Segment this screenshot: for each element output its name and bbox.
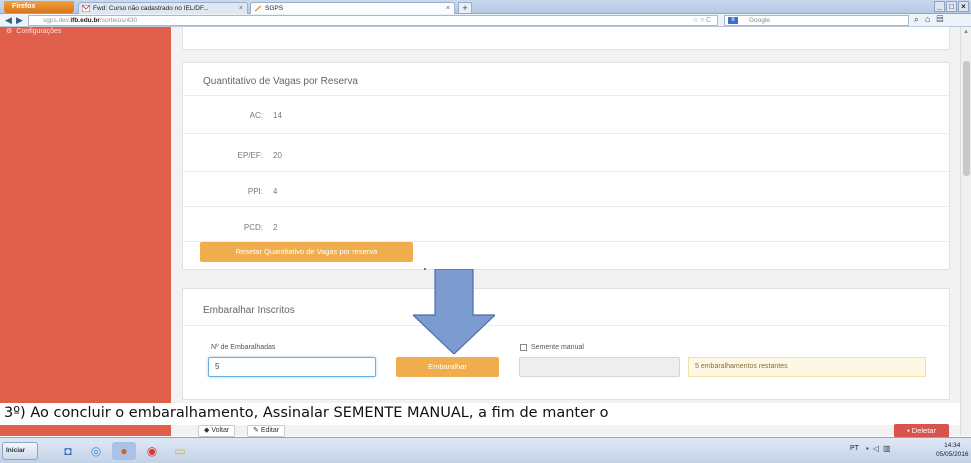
tab-gmail[interactable]: Fwd: Curso não cadastrado no IEL/DF... × bbox=[78, 2, 248, 14]
url-bar[interactable]: sgps.dev.ifb.edu.br/sorteios/430 ☆ ▿ C bbox=[28, 15, 718, 26]
browser-tab-bar: Firefox Fwd: Curso não cadastrado no IEL… bbox=[0, 0, 971, 14]
volume-icon[interactable]: ◁ bbox=[873, 444, 883, 453]
search-placeholder: Google bbox=[749, 17, 770, 24]
chrome-icon[interactable]: ◉ bbox=[140, 442, 164, 460]
minimize-button[interactable]: _ bbox=[934, 1, 945, 12]
quota-label-epef: EP/EF: bbox=[237, 151, 263, 160]
gear-icon: ⚙ bbox=[6, 28, 13, 35]
search-icon[interactable]: ⌕ bbox=[914, 14, 925, 24]
tab-label: Fwd: Curso não cadastrado no IEL/DF... bbox=[93, 5, 209, 12]
maximize-button[interactable]: □ bbox=[946, 1, 957, 12]
clock-date: 05/05/2016 bbox=[936, 451, 969, 458]
down-arrow-icon bbox=[413, 269, 495, 354]
tab-close-icon[interactable]: × bbox=[239, 3, 243, 14]
remaining-shuffles-alert: 5 embaralhamentos restantes bbox=[688, 357, 926, 377]
tray-icons: ▪◁▥ bbox=[866, 444, 895, 453]
sidebar-item-configuracoes[interactable]: ⚙ Configurações bbox=[6, 27, 61, 35]
quota-panel-title: Quantitativo de Vagas por Reserva bbox=[203, 76, 358, 87]
start-button[interactable]: Iniciar bbox=[2, 442, 38, 460]
quota-value-pcd: 2 bbox=[273, 223, 278, 232]
sidebar: ⚙ Configurações bbox=[0, 27, 171, 436]
top-panel bbox=[182, 27, 950, 50]
delete-label: Deletar bbox=[911, 426, 936, 435]
menu-icon[interactable]: ▤ bbox=[936, 14, 949, 24]
shuffle-panel: Embaralhar Inscritos Nº de Embaralhadas … bbox=[182, 288, 950, 400]
google-icon: 8 bbox=[728, 17, 738, 24]
reset-quota-button[interactable]: Resetar Quantitativo de Vagas por reserv… bbox=[200, 242, 413, 262]
page-scrollbar[interactable]: ▲ bbox=[960, 27, 971, 436]
navigation-bar: ◀ ▶ sgps.dev.ifb.edu.br/sorteios/430 ☆ ▿… bbox=[0, 14, 971, 27]
scroll-thumb[interactable] bbox=[963, 61, 970, 176]
quota-value-ppi: 4 bbox=[273, 187, 278, 196]
edit-icon: ✎ bbox=[253, 427, 261, 434]
edit-label: Editar bbox=[260, 427, 280, 434]
url-path: /sorteios/430 bbox=[99, 17, 138, 24]
gmail-icon bbox=[82, 5, 90, 12]
new-tab-button[interactable]: + bbox=[458, 2, 472, 13]
forward-arrow-icon[interactable]: ▶ bbox=[16, 15, 23, 26]
tab-sgps[interactable]: SGPS × bbox=[250, 2, 455, 14]
pencil-icon bbox=[254, 5, 262, 12]
toolbar-icons: ⌕⌂▤ bbox=[914, 14, 949, 25]
firefox-menu-button[interactable]: Firefox bbox=[4, 1, 74, 13]
quota-value-ac: 14 bbox=[273, 111, 282, 120]
edit-button[interactable]: ✎ Editar bbox=[247, 425, 286, 437]
taskbar: Iniciar ◘ ◎ ● ◉ ▭ PT ▪◁▥ 14:34 05/05/201… bbox=[0, 437, 971, 463]
manual-seed-input[interactable] bbox=[519, 357, 680, 377]
divider bbox=[183, 171, 949, 172]
quota-value-epef: 20 bbox=[273, 151, 282, 160]
shuffle-panel-title: Embaralhar Inscritos bbox=[203, 305, 295, 316]
divider bbox=[183, 206, 949, 207]
tab-label: SGPS bbox=[265, 5, 284, 12]
folder-icon[interactable]: ▭ bbox=[168, 442, 192, 460]
language-indicator[interactable]: PT bbox=[850, 445, 859, 452]
quota-panel: Quantitativo de Vagas por Reserva AC: 14… bbox=[182, 62, 950, 270]
divider bbox=[183, 325, 949, 326]
url-prefix: sgps.dev. bbox=[43, 17, 71, 24]
home-icon[interactable]: ⌂ bbox=[925, 14, 936, 24]
window-controls: _ □ × bbox=[934, 1, 969, 13]
start-label: Iniciar bbox=[6, 447, 26, 454]
divider bbox=[183, 95, 949, 96]
back-button[interactable]: ◆ Voltar bbox=[198, 425, 236, 437]
app-window-icon[interactable]: ◘ bbox=[56, 442, 80, 460]
close-window-button[interactable]: × bbox=[958, 1, 969, 12]
divider bbox=[183, 133, 949, 134]
manual-seed-label: Semente manual bbox=[531, 344, 584, 351]
network-icon[interactable]: ▪ bbox=[866, 444, 873, 453]
ie-icon[interactable]: ◎ bbox=[84, 442, 108, 460]
instruction-caption: 3º) Ao concluir o embaralhamento, Assina… bbox=[0, 403, 971, 425]
shuffle-button[interactable]: Embaralhar bbox=[396, 357, 499, 377]
quota-label-pcd: PCD: bbox=[243, 223, 263, 232]
shuffles-count-input[interactable]: 5 bbox=[208, 357, 376, 377]
shuffles-count-label: Nº de Embaralhadas bbox=[211, 344, 276, 351]
quota-label-ppi: PPI: bbox=[247, 187, 263, 196]
tab-close-icon[interactable]: × bbox=[446, 3, 450, 14]
sidebar-item-label: Configurações bbox=[16, 28, 62, 35]
clock[interactable]: 14:34 05/05/2016 bbox=[936, 441, 969, 459]
delete-button[interactable]: ▪ Deletar bbox=[894, 424, 949, 438]
clock-time: 14:34 bbox=[944, 442, 961, 449]
scroll-up-icon[interactable]: ▲ bbox=[963, 29, 969, 35]
bookmark-star-icon[interactable]: ☆ ▿ C bbox=[692, 16, 711, 25]
quota-label-ac: AC: bbox=[249, 111, 263, 120]
search-box[interactable]: 8 Google bbox=[724, 15, 909, 26]
manual-seed-checkbox[interactable] bbox=[520, 344, 527, 351]
battery-icon[interactable]: ▥ bbox=[883, 444, 895, 453]
url-host: ifb.edu.br bbox=[70, 17, 100, 24]
back-arrow-icon[interactable]: ◀ bbox=[5, 15, 12, 26]
back-label: Voltar bbox=[211, 427, 230, 434]
firefox-icon[interactable]: ● bbox=[112, 442, 136, 460]
